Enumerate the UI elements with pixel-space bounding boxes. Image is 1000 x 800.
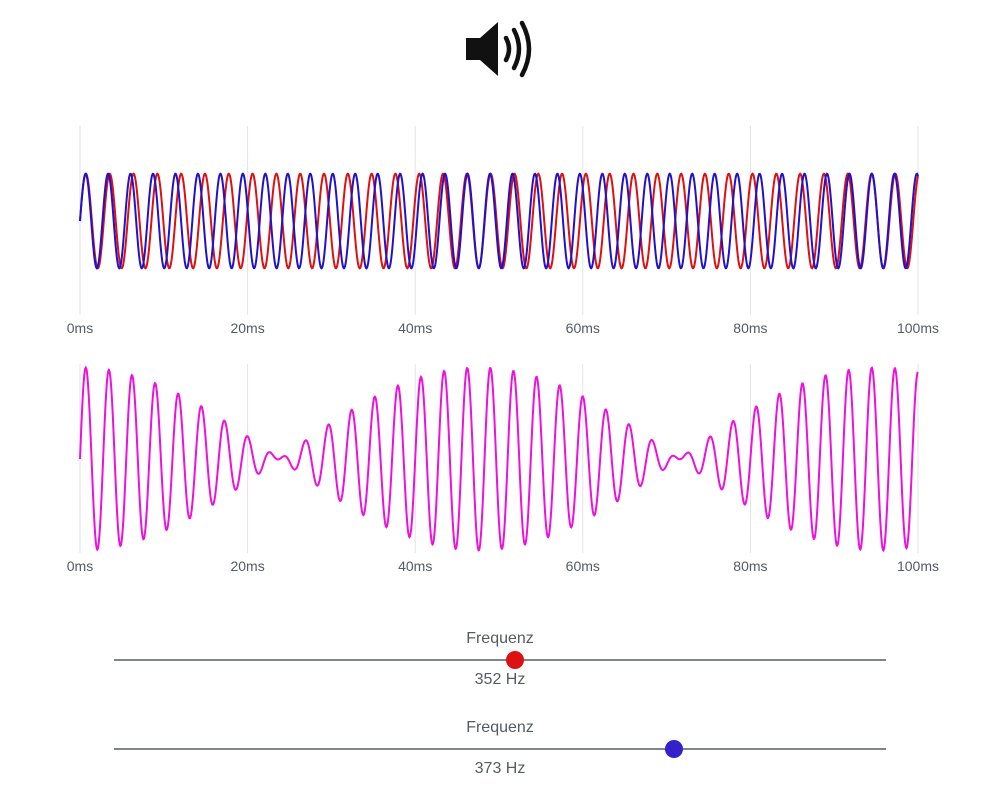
tick-label: 40ms bbox=[398, 558, 432, 574]
frequency-slider-1: Frequenz 352 Hz bbox=[114, 628, 886, 692]
tick-label: 100ms bbox=[897, 558, 939, 574]
tick-label: 0ms bbox=[67, 320, 93, 336]
tick-label: 60ms bbox=[566, 558, 600, 574]
slider-value: 373 Hz bbox=[474, 760, 526, 777]
tick-label: 40ms bbox=[398, 320, 432, 336]
slider-title: Frequenz bbox=[466, 719, 534, 736]
slider-title: Frequenz bbox=[466, 630, 534, 647]
tick-label: 100ms bbox=[897, 320, 939, 336]
slider-track[interactable] bbox=[114, 659, 886, 661]
speaker-toggle-button[interactable] bbox=[462, 18, 538, 80]
tick-label: 60ms bbox=[566, 320, 600, 336]
waves-plot: 0ms 20ms 40ms 60ms 80ms 100ms bbox=[0, 120, 1000, 345]
tick-label: 80ms bbox=[733, 558, 767, 574]
series-line-1 bbox=[79, 365, 919, 553]
slider-track[interactable] bbox=[114, 748, 886, 750]
tick-label: 0ms bbox=[67, 558, 93, 574]
speaker-volume-icon bbox=[466, 20, 532, 78]
series-line-2 bbox=[79, 172, 919, 270]
superposition-plot: 0ms 20ms 40ms 60ms 80ms 100ms bbox=[0, 358, 1000, 583]
tick-label: 80ms bbox=[733, 320, 767, 336]
tick-label: 20ms bbox=[230, 558, 264, 574]
slider-thumb[interactable] bbox=[664, 740, 683, 758]
tick-label: 20ms bbox=[230, 320, 264, 336]
slider-thumb[interactable] bbox=[505, 651, 524, 669]
slider-value: 352 Hz bbox=[474, 671, 526, 688]
frequency-slider-2: Frequenz 373 Hz bbox=[114, 717, 886, 781]
